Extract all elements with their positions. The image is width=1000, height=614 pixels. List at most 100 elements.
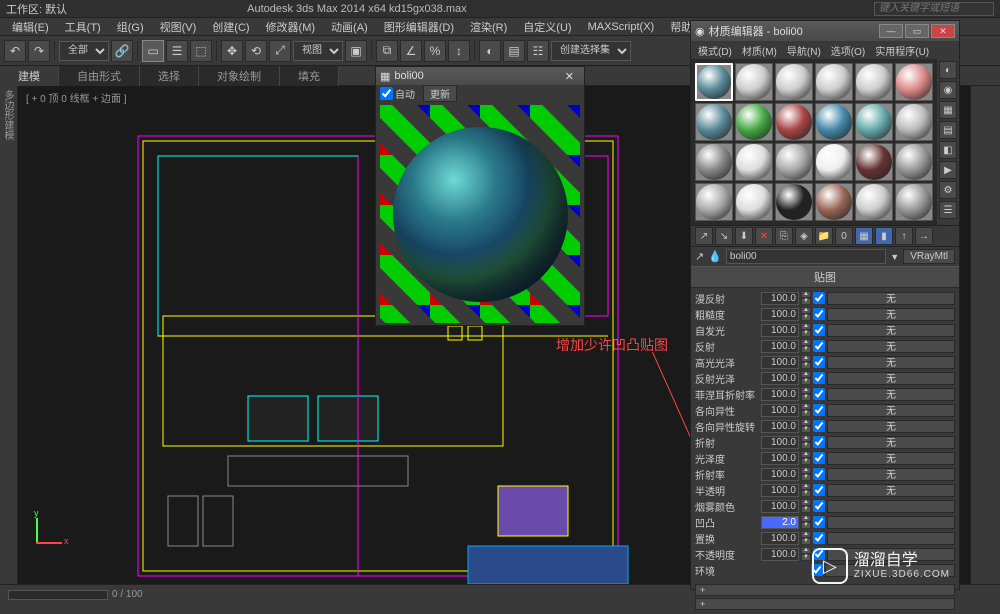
make-copy-icon[interactable]: ⎘ (775, 227, 793, 245)
param-spinner[interactable] (761, 500, 799, 513)
param-map-button[interactable]: 无 (827, 388, 955, 401)
show-map-icon[interactable]: ▦ (855, 227, 873, 245)
param-map-button[interactable]: 无 (827, 436, 955, 449)
spin-down-icon[interactable]: ▼ (801, 538, 811, 545)
material-swatch[interactable] (695, 183, 733, 221)
make-unique-icon[interactable]: ◈ (795, 227, 813, 245)
rollout-spacer-2[interactable]: + (695, 598, 955, 610)
get-material-icon[interactable]: ↗ (695, 227, 713, 245)
param-map-button[interactable]: 无 (827, 340, 955, 353)
mat-menu-item[interactable]: 导航(N) (782, 43, 826, 58)
options-icon[interactable]: ⚙ (939, 181, 957, 199)
spin-down-icon[interactable]: ▼ (801, 346, 811, 353)
material-name-input[interactable] (726, 249, 886, 264)
param-map-button[interactable]: 无 (827, 356, 955, 369)
spin-down-icon[interactable]: ▼ (801, 554, 811, 561)
spin-up-icon[interactable]: ▲ (801, 483, 811, 490)
spin-up-icon[interactable]: ▲ (801, 419, 811, 426)
layer-button[interactable]: ☷ (527, 40, 549, 62)
dropdown-icon[interactable]: ▼ (890, 252, 899, 262)
param-enable-checkbox[interactable] (813, 468, 825, 480)
material-swatch[interactable] (815, 63, 853, 101)
material-swatch[interactable] (895, 143, 933, 181)
param-spinner[interactable] (761, 548, 799, 561)
assign-icon[interactable]: ⬇ (735, 227, 753, 245)
spin-down-icon[interactable]: ▼ (801, 314, 811, 321)
mirror-button[interactable]: ◐ (479, 40, 501, 62)
spin-down-icon[interactable]: ▼ (801, 426, 811, 433)
param-spinner[interactable] (761, 436, 799, 449)
spin-down-icon[interactable]: ▼ (801, 474, 811, 481)
param-map-button[interactable]: 无 (827, 420, 955, 433)
sample-type-icon[interactable]: ◐ (939, 61, 957, 79)
spin-up-icon[interactable]: ▲ (801, 435, 811, 442)
pick-icon[interactable]: ↗ (695, 250, 704, 263)
material-swatch[interactable] (855, 143, 893, 181)
spin-down-icon[interactable]: ▼ (801, 442, 811, 449)
param-enable-checkbox[interactable] (813, 292, 825, 304)
move-button[interactable]: ✥ (221, 40, 243, 62)
spin-up-icon[interactable]: ▲ (801, 371, 811, 378)
param-enable-checkbox[interactable] (813, 452, 825, 464)
menu-item[interactable]: 视图(V) (152, 19, 205, 35)
param-map-button[interactable] (827, 516, 955, 529)
param-enable-checkbox[interactable] (813, 420, 825, 432)
param-spinner[interactable] (761, 404, 799, 417)
mat-menu-item[interactable]: 选项(O) (826, 43, 870, 58)
material-swatch[interactable] (735, 103, 773, 141)
material-swatch[interactable] (895, 103, 933, 141)
put-to-scene-icon[interactable]: ↘ (715, 227, 733, 245)
material-swatch[interactable] (695, 63, 733, 101)
rect-select-button[interactable]: ⬚ (190, 40, 212, 62)
align-button[interactable]: ▤ (503, 40, 525, 62)
spin-up-icon[interactable]: ▲ (801, 451, 811, 458)
spin-down-icon[interactable]: ▼ (801, 410, 811, 417)
background-icon[interactable]: ▦ (939, 101, 957, 119)
scale-button[interactable]: ⤢ (269, 40, 291, 62)
material-swatch[interactable] (735, 183, 773, 221)
param-enable-checkbox[interactable] (813, 500, 825, 512)
spin-down-icon[interactable]: ▼ (801, 298, 811, 305)
menu-item[interactable]: 组(G) (109, 19, 152, 35)
param-map-button[interactable]: 无 (827, 452, 955, 465)
param-enable-checkbox[interactable] (813, 372, 825, 384)
spinner-snap-toggle[interactable]: ↕ (448, 40, 470, 62)
param-map-button[interactable]: 无 (827, 484, 955, 497)
param-spinner[interactable] (761, 356, 799, 369)
spin-up-icon[interactable]: ▲ (801, 403, 811, 410)
menu-item[interactable]: MAXScript(X) (580, 21, 663, 33)
material-swatch[interactable] (775, 183, 813, 221)
param-map-button[interactable] (827, 532, 955, 545)
spin-down-icon[interactable]: ▼ (801, 330, 811, 337)
select-by-name-button[interactable]: ☰ (166, 40, 188, 62)
spin-up-icon[interactable]: ▲ (801, 291, 811, 298)
spin-down-icon[interactable]: ▼ (801, 458, 811, 465)
param-enable-checkbox[interactable] (813, 532, 825, 544)
auto-checkbox[interactable]: 自动 (380, 86, 415, 101)
mat-id-icon[interactable]: 0 (835, 227, 853, 245)
reset-icon[interactable]: ✕ (755, 227, 773, 245)
spin-down-icon[interactable]: ▼ (801, 506, 811, 513)
material-swatch[interactable] (895, 63, 933, 101)
material-swatch[interactable] (855, 103, 893, 141)
rollout-spacer-1[interactable]: + (695, 584, 955, 596)
menu-item[interactable]: 修改器(M) (258, 19, 324, 35)
param-map-button[interactable] (827, 500, 955, 513)
param-map-button[interactable]: 无 (827, 372, 955, 385)
param-enable-checkbox[interactable] (813, 404, 825, 416)
named-set-dropdown[interactable]: 创建选择集 (551, 41, 631, 61)
update-button[interactable]: 更新 (423, 85, 457, 102)
go-parent-icon[interactable]: ↑ (895, 227, 913, 245)
material-swatch[interactable] (775, 103, 813, 141)
backlight-icon[interactable]: ◉ (939, 81, 957, 99)
param-enable-checkbox[interactable] (813, 516, 825, 528)
mat-menu-item[interactable]: 材质(M) (737, 43, 782, 58)
menu-item[interactable]: 创建(C) (204, 19, 257, 35)
material-swatch[interactable] (775, 143, 813, 181)
param-spinner[interactable] (761, 340, 799, 353)
menu-item[interactable]: 动画(A) (323, 19, 376, 35)
rotate-button[interactable]: ⟲ (245, 40, 267, 62)
mat-editor-title-bar[interactable]: ◉ 材质编辑器 - boli00 — ▭ ✕ (691, 21, 959, 41)
maps-rollout-header[interactable]: 贴图 (691, 266, 959, 288)
go-forward-icon[interactable]: → (915, 227, 933, 245)
